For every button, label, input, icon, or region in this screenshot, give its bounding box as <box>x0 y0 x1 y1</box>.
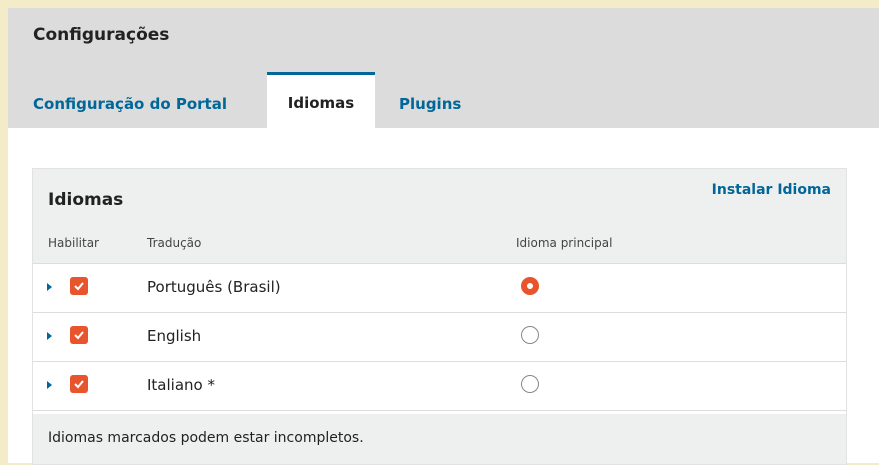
languages-panel: Idiomas Instalar Idioma Habilitar Traduç… <box>32 168 847 465</box>
language-name: Português (Brasil) <box>147 278 281 296</box>
tab-portal-settings[interactable]: Configuração do Portal <box>33 80 227 128</box>
column-header-translation: Tradução <box>147 236 202 250</box>
primary-language-radio[interactable] <box>521 326 539 344</box>
panel-header: Idiomas Instalar Idioma Habilitar Traduç… <box>33 169 846 264</box>
enable-checkbox[interactable] <box>70 375 88 393</box>
enable-checkbox[interactable] <box>70 326 88 344</box>
checkmark-icon <box>74 331 84 340</box>
page-header: Configurações Configuração do Portal Idi… <box>8 8 879 128</box>
expand-arrow-icon[interactable] <box>47 283 52 291</box>
language-name: English <box>147 327 202 345</box>
column-header-enable: Habilitar <box>48 236 99 250</box>
primary-language-radio[interactable] <box>521 375 539 393</box>
page-title: Configurações <box>33 25 170 45</box>
language-name: Italiano * <box>147 376 215 394</box>
checkmark-icon <box>74 380 84 389</box>
tab-languages[interactable]: Idiomas <box>267 72 375 128</box>
table-row: English <box>33 313 846 362</box>
primary-language-radio[interactable] <box>521 277 539 295</box>
incomplete-languages-note: Idiomas marcados podem estar incompletos… <box>48 430 364 446</box>
table-row: Italiano * <box>33 362 846 411</box>
install-language-link[interactable]: Instalar Idioma <box>712 182 831 198</box>
panel-footer: Idiomas marcados podem estar incompletos… <box>33 414 846 464</box>
table-row: Português (Brasil) <box>33 264 846 313</box>
content-area: Idiomas Instalar Idioma Habilitar Traduç… <box>8 128 879 465</box>
panel-title: Idiomas <box>48 190 124 210</box>
expand-arrow-icon[interactable] <box>47 381 52 389</box>
expand-arrow-icon[interactable] <box>47 332 52 340</box>
checkmark-icon <box>74 282 84 291</box>
column-header-primary: Idioma principal <box>516 236 613 250</box>
enable-checkbox[interactable] <box>70 277 88 295</box>
tab-plugins[interactable]: Plugins <box>399 80 461 128</box>
tab-bar: Configuração do Portal Idiomas Plugins <box>8 72 879 128</box>
